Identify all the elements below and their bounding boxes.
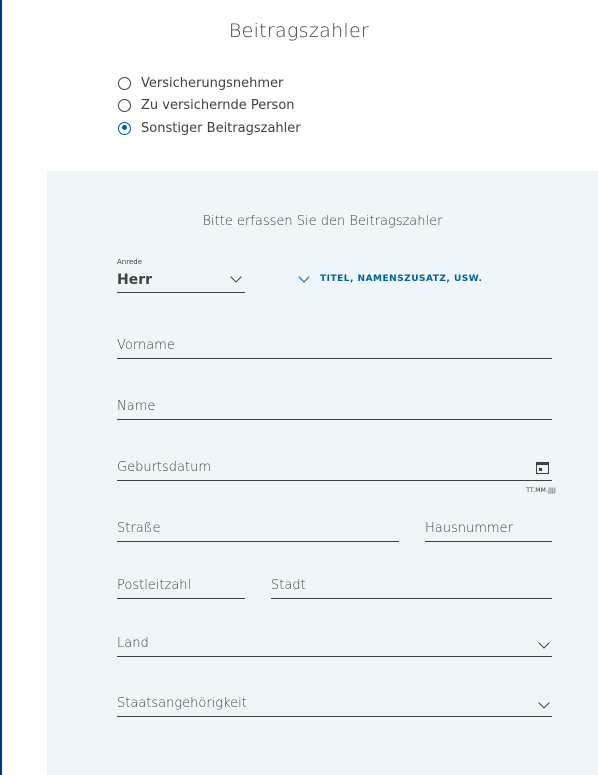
calendar-icon[interactable]	[536, 460, 549, 474]
payer-radio-group: Versicherungsnehmer Zu versichernde Pers…	[118, 72, 301, 140]
chevron-down-icon	[230, 271, 242, 283]
name-placeholder: Name	[117, 399, 156, 414]
vorname-field[interactable]: Vorname	[117, 329, 552, 359]
postleitzahl-field[interactable]: Postleitzahl	[117, 569, 245, 599]
titel-link-label: TITEL, NAMENSZUSATZ, USW.	[320, 274, 483, 284]
radio-option-versicherungsnehmer[interactable]: Versicherungsnehmer	[118, 72, 301, 95]
geburtsdatum-placeholder: Geburtsdatum	[117, 460, 211, 475]
titel-namenszusatz-toggle[interactable]: TITEL, NAMENSZUSATZ, USW.	[298, 271, 483, 284]
strasse-field[interactable]: Straße	[117, 512, 399, 542]
land-select[interactable]: Land	[117, 627, 552, 657]
anrede-select[interactable]: Herr	[117, 271, 245, 293]
staatsangehoerigkeit-select[interactable]: Staatsangehörigkeit	[117, 687, 552, 717]
anrede-label: Anrede	[117, 258, 143, 266]
vorname-placeholder: Vorname	[117, 338, 175, 353]
beitragszahler-form-panel: Bitte erfassen Sie den Beitragszahler An…	[47, 171, 598, 775]
stadt-field[interactable]: Stadt	[271, 569, 552, 599]
chevron-down-icon	[538, 697, 550, 709]
strasse-placeholder: Straße	[117, 521, 161, 536]
hausnummer-placeholder: Hausnummer	[425, 521, 513, 536]
postleitzahl-placeholder: Postleitzahl	[117, 578, 192, 593]
chevron-down-icon	[538, 637, 550, 649]
radio-button[interactable]	[118, 99, 131, 113]
staatsangehoerigkeit-placeholder: Staatsangehörigkeit	[117, 696, 247, 711]
radio-button[interactable]	[118, 76, 131, 90]
chevron-down-icon	[298, 271, 310, 283]
name-field[interactable]: Name	[117, 390, 552, 420]
radio-option-zu-versichernde-person[interactable]: Zu versichernde Person	[118, 95, 301, 118]
hausnummer-field[interactable]: Hausnummer	[425, 512, 552, 542]
radio-label: Zu versichernde Person	[141, 98, 295, 114]
land-placeholder: Land	[117, 636, 149, 651]
form-heading: Bitte erfassen Sie den Beitragszahler	[202, 214, 443, 229]
date-format-hint: TT.MM.JJJJ	[526, 487, 556, 494]
radio-button-checked[interactable]	[118, 121, 131, 135]
radio-option-sonstiger-beitragszahler[interactable]: Sonstiger Beitragszahler	[118, 117, 301, 140]
radio-label: Versicherungsnehmer	[141, 75, 284, 91]
page-title: Beitragszahler	[228, 20, 370, 42]
frame-border	[0, 0, 2, 775]
anrede-value: Herr	[117, 272, 153, 288]
geburtsdatum-field[interactable]: Geburtsdatum	[117, 451, 552, 481]
radio-label: Sonstiger Beitragszahler	[141, 120, 301, 136]
stadt-placeholder: Stadt	[271, 578, 306, 593]
